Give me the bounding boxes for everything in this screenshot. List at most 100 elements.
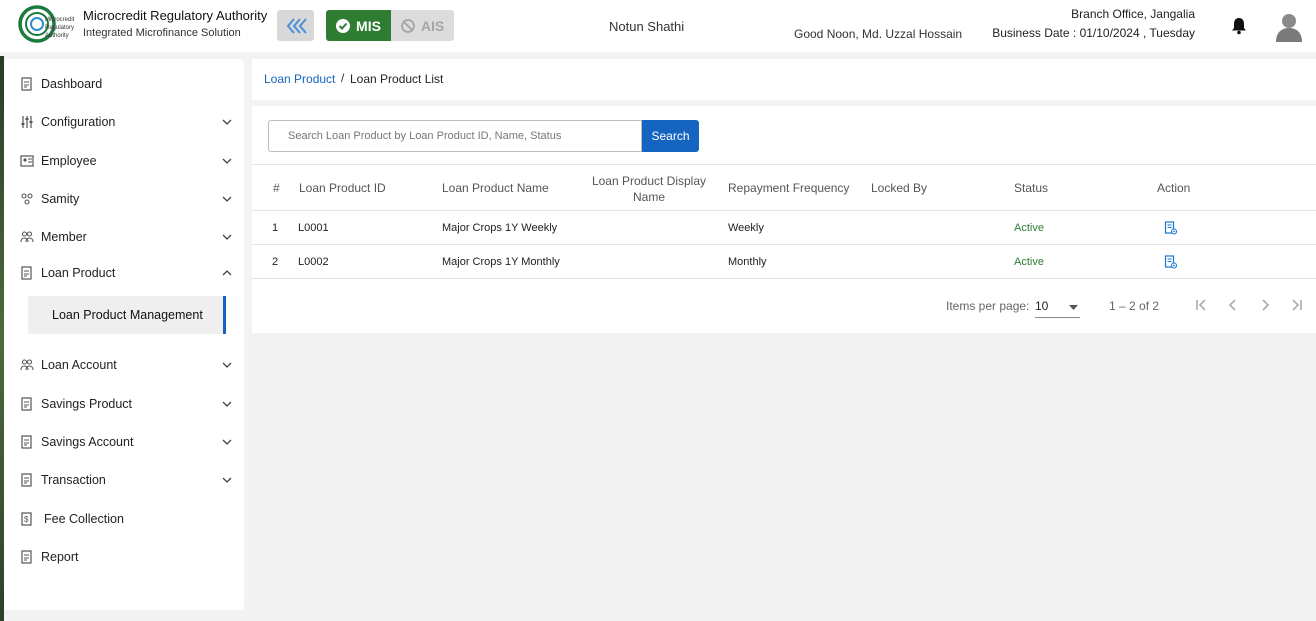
id-card-icon [20, 155, 34, 167]
document-icon [21, 397, 32, 411]
mode-toggle: MIS AIS [326, 10, 454, 41]
document-icon [21, 435, 32, 449]
cell-loan-product-id: L0001 [298, 222, 329, 234]
view-details-icon[interactable] [1164, 255, 1178, 269]
svg-text:Regulatory: Regulatory [45, 25, 74, 31]
cell-loan-product-name: Major Crops 1Y Monthly [442, 256, 560, 268]
sidebar-item-loan-account[interactable]: Loan Account [4, 350, 244, 380]
user-greeting: Good Noon, Md. Uzzal Hossain [794, 27, 963, 41]
loan-product-table: # Loan Product ID Loan Product Name Loan… [252, 164, 1316, 279]
sidebar-item-samity[interactable]: Samity [4, 184, 244, 214]
svg-text:$: $ [24, 515, 29, 524]
sidebar-item-label: Report [41, 550, 79, 564]
bell-icon[interactable] [1231, 17, 1247, 35]
table-header: # Loan Product ID Loan Product Name Loan… [252, 164, 1316, 211]
breadcrumb-separator: / [341, 71, 345, 85]
mode-mis-button[interactable]: MIS [326, 10, 391, 41]
page-range-label: 1 – 2 of 2 [1109, 299, 1160, 313]
previous-page-icon[interactable] [1225, 297, 1241, 313]
svg-text:Authority: Authority [45, 33, 69, 39]
loan-product-list-card: Search # Loan Product ID Loan Product Na… [252, 106, 1316, 333]
page-size-select[interactable]: 10 [1035, 294, 1080, 318]
sidebar-item-fee-collection[interactable]: $ Fee Collection [4, 504, 244, 534]
sidebar-collapse-button[interactable] [277, 10, 314, 41]
chevron-down-icon [222, 362, 232, 368]
next-page-icon[interactable] [1257, 297, 1273, 313]
sidebar-item-transaction[interactable]: Transaction [4, 465, 244, 495]
mode-ais-button[interactable]: AIS [391, 10, 454, 41]
cell-loan-product-id: L0002 [298, 256, 329, 268]
paginator: Items per page: 10 1 – 2 of 2 [252, 290, 1316, 324]
cell-repayment-frequency: Weekly [728, 222, 764, 234]
header-display-name: Loan Product Display Name [591, 174, 707, 204]
sidebar-item-savings-account[interactable]: Savings Account [4, 427, 244, 457]
sidebar-item-label: Fee Collection [44, 512, 124, 526]
breadcrumb: Loan Product / Loan Product List [252, 59, 1316, 100]
sidebar-item-loan-product[interactable]: Loan Product [4, 258, 244, 288]
branch-name: Branch Office, Jangalia [1071, 7, 1195, 21]
cell-loan-product-name: Major Crops 1Y Weekly [442, 222, 558, 234]
caret-down-icon [1069, 305, 1078, 310]
header-locked-by: Locked By [871, 181, 928, 195]
samity-title: Notun Shathi [609, 19, 685, 34]
header-status: Status [1014, 181, 1049, 195]
chevron-down-icon [222, 196, 232, 202]
check-circle-icon [336, 18, 351, 33]
mode-ais-label: AIS [420, 17, 445, 34]
sidebar-item-label: Employee [41, 154, 97, 168]
cell-index: 2 [272, 256, 279, 268]
sliders-icon [21, 116, 33, 128]
header-repayment-frequency: Repayment Frequency [728, 181, 850, 195]
sidebar-item-label: Transaction [41, 473, 106, 487]
chevron-down-icon [222, 234, 232, 240]
first-page-icon[interactable] [1193, 297, 1209, 313]
chevron-down-icon [222, 477, 232, 483]
breadcrumb-link-loan-product[interactable]: Loan Product [264, 72, 335, 86]
sidebar-item-dashboard[interactable]: Dashboard [4, 69, 244, 99]
cell-index: 1 [272, 222, 279, 234]
users-icon [20, 359, 34, 371]
org-title: Microcredit Regulatory Authority [83, 8, 268, 23]
chevron-down-icon [222, 401, 232, 407]
sidebar-item-label: Configuration [41, 115, 116, 129]
header-loan-product-id: Loan Product ID [299, 181, 386, 195]
user-avatar-icon[interactable] [1275, 11, 1303, 42]
sidebar-item-savings-product[interactable]: Savings Product [4, 389, 244, 419]
table-row: 1 L0001 Major Crops 1Y Weekly Weekly Act… [252, 211, 1316, 245]
sidebar-item-label: Dashboard [41, 77, 103, 91]
page-size-value: 10 [1035, 299, 1049, 313]
breadcrumb-current: Loan Product List [350, 72, 444, 86]
sidebar-item-label: Savings Account [41, 435, 134, 449]
sidebar-item-report[interactable]: Report [4, 542, 244, 572]
sidebar-item-employee[interactable]: Employee [4, 146, 244, 176]
users-icon [20, 231, 34, 243]
chevron-down-icon [222, 158, 232, 164]
search-button[interactable]: Search [642, 120, 699, 152]
sidebar-item-label: Savings Product [41, 397, 133, 411]
svg-text:Microcredit: Microcredit [45, 17, 75, 23]
block-icon [400, 18, 415, 33]
chevron-down-icon [222, 439, 232, 445]
mode-mis-label: MIS [356, 17, 381, 34]
fee-icon: $ [21, 512, 32, 526]
cell-status: Active [1014, 222, 1044, 234]
sidebar-item-member[interactable]: Member [4, 222, 244, 252]
sidebar-subitem-loan-product-management[interactable]: Loan Product Management [28, 296, 226, 334]
items-per-page-label: Items per page: [946, 299, 1030, 313]
mra-logo: Microcredit Regulatory Authority [18, 5, 75, 43]
sidebar-item-configuration[interactable]: Configuration [4, 107, 244, 137]
header-action: Action [1157, 181, 1191, 195]
document-icon [21, 473, 32, 487]
sidebar-item-label: Member [41, 230, 87, 244]
business-date: Business Date : 01/10/2024 , Tuesday [992, 26, 1195, 40]
cell-repayment-frequency: Monthly [728, 256, 767, 268]
view-details-icon[interactable] [1164, 221, 1178, 235]
table-row: 2 L0002 Major Crops 1Y Monthly Monthly A… [252, 245, 1316, 279]
sidebar-item-label: Samity [41, 192, 80, 206]
double-chevron-left-icon [286, 17, 307, 34]
header-loan-product-name: Loan Product Name [442, 181, 549, 195]
sidebar-subitem-label: Loan Product Management [52, 308, 203, 322]
last-page-icon[interactable] [1289, 297, 1305, 313]
cell-status: Active [1014, 256, 1044, 268]
search-input[interactable] [268, 120, 642, 152]
